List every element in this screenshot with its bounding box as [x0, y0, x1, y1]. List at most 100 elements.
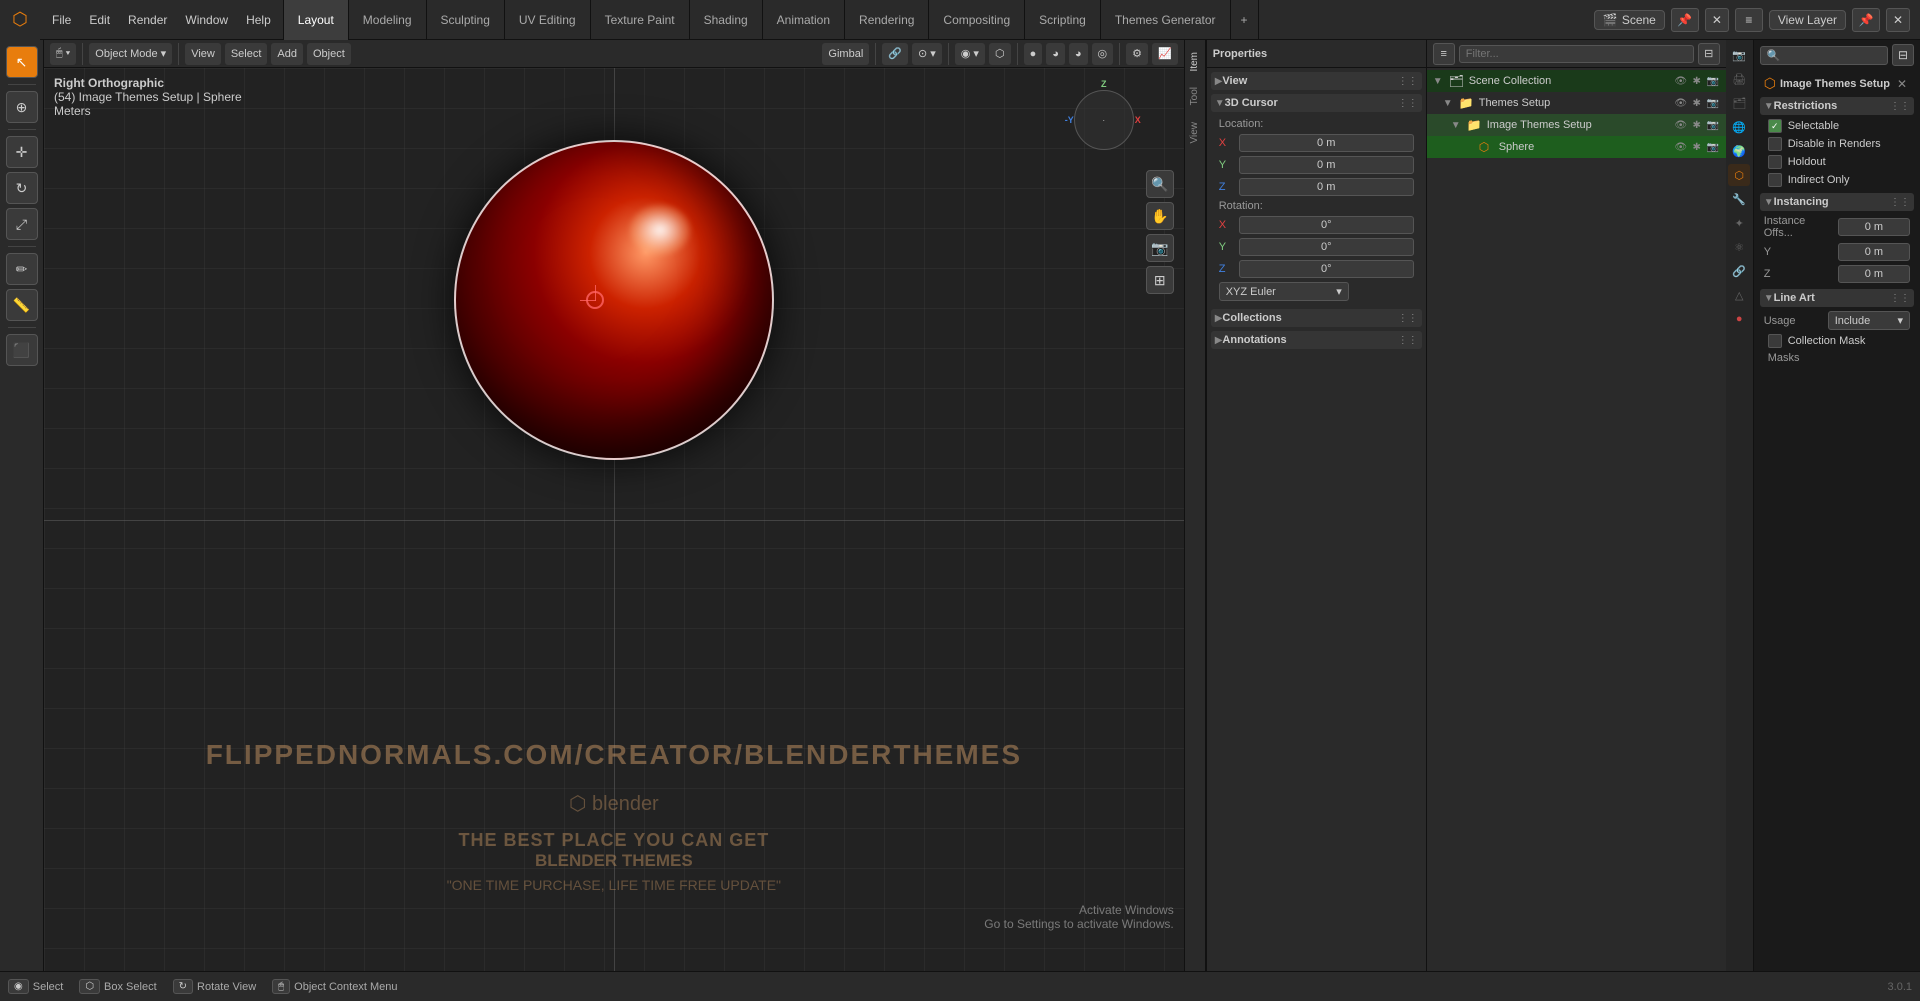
add-primitive-button[interactable]: ⬛: [6, 334, 38, 366]
object-props-icon[interactable]: ⬡: [1728, 164, 1750, 186]
instance-x-field[interactable]: 0 m: [1838, 218, 1910, 236]
move-tool-button[interactable]: ✛: [6, 136, 38, 168]
outliner-search-input[interactable]: [1459, 45, 1694, 63]
viewlayer-close-button[interactable]: ✕: [1886, 8, 1910, 32]
viewlayer-selector[interactable]: View Layer: [1769, 10, 1846, 30]
tab-texture-paint[interactable]: Texture Paint: [591, 0, 690, 40]
obj-unlink-button[interactable]: ✕: [1894, 76, 1910, 92]
data-props-icon[interactable]: △: [1728, 284, 1750, 306]
nav-axis-y[interactable]: Z: [1101, 79, 1107, 89]
outliner-filter-button[interactable]: ⊟: [1698, 43, 1720, 65]
line-art-section-header[interactable]: ▼ Line Art ⋮⋮: [1760, 289, 1914, 307]
view-menu-button[interactable]: View: [185, 43, 221, 65]
instance-z-field[interactable]: 0 m: [1838, 265, 1910, 283]
outliner-select-3[interactable]: ✱: [1690, 142, 1704, 153]
modifier-props-icon[interactable]: 🔧: [1728, 188, 1750, 210]
editor-type-button[interactable]: 🖱 ▾: [50, 43, 76, 65]
measure-tool-button[interactable]: 📏: [6, 289, 38, 321]
restrictions-section-header[interactable]: ▼ Restrictions ⋮⋮: [1760, 97, 1914, 115]
rotate-tool-button[interactable]: ↻: [6, 172, 38, 204]
scene-props-icon[interactable]: 🌐: [1728, 116, 1750, 138]
usage-select[interactable]: Include ▾: [1828, 311, 1910, 330]
cursor-x-field[interactable]: 0 m: [1239, 134, 1414, 152]
camera-button[interactable]: 📷: [1146, 234, 1174, 262]
obj-props-search[interactable]: 🔍: [1760, 46, 1888, 65]
object-mode-button[interactable]: Object Mode ▾: [89, 43, 172, 65]
menu-edit[interactable]: Edit: [81, 9, 118, 31]
add-menu-button[interactable]: Add: [271, 43, 303, 65]
collections-section-header[interactable]: ▶ Collections ⋮⋮: [1211, 309, 1422, 327]
render-props-icon[interactable]: 📷: [1728, 44, 1750, 66]
object-menu-button[interactable]: Object: [307, 43, 351, 65]
cursor-tool-button[interactable]: ⊕: [6, 91, 38, 123]
render-mode-mat-button[interactable]: ◕: [1046, 43, 1065, 65]
cursor-ry-field[interactable]: 0°: [1239, 238, 1414, 256]
outliner-sphere[interactable]: ⬡ Sphere 👁 ✱ 📷: [1427, 136, 1726, 158]
viewport[interactable]: 🖱 ▾ Object Mode ▾ View Select Add Object…: [44, 40, 1184, 971]
cursor-rx-field[interactable]: 0°: [1239, 216, 1414, 234]
side-tab-view[interactable]: View: [1186, 114, 1203, 152]
outliner-select-1[interactable]: ✱: [1690, 98, 1704, 109]
outliner-select-2[interactable]: ✱: [1690, 120, 1704, 131]
instancing-section-header[interactable]: ▼ Instancing ⋮⋮: [1760, 193, 1914, 211]
zoom-to-fit-button[interactable]: 🔍: [1146, 170, 1174, 198]
tab-layout[interactable]: Layout: [284, 0, 349, 40]
render-mode-solid-button[interactable]: ●: [1024, 43, 1043, 65]
outliner-visibility-3[interactable]: 👁: [1674, 142, 1688, 153]
tab-modeling[interactable]: Modeling: [349, 0, 427, 40]
viewport-graph-button[interactable]: 📈: [1152, 43, 1178, 65]
blender-logo[interactable]: ⬡: [0, 0, 40, 40]
viewlayer-pin-button[interactable]: 📌: [1852, 8, 1880, 32]
menu-help[interactable]: Help: [238, 9, 279, 31]
physics-props-icon[interactable]: ⚛: [1728, 236, 1750, 258]
scene-selector[interactable]: 🎬 Scene: [1594, 10, 1665, 30]
xyz-euler-select[interactable]: XYZ Euler ▾: [1219, 282, 1349, 301]
scene-close-button[interactable]: ✕: [1705, 8, 1729, 32]
instance-y-field[interactable]: 0 m: [1838, 243, 1910, 261]
nav-axis-z[interactable]: -Y: [1065, 115, 1074, 125]
outliner-render-0[interactable]: 📷: [1706, 76, 1720, 87]
particles-props-icon[interactable]: ✦: [1728, 212, 1750, 234]
scale-tool-button[interactable]: ⤢: [6, 208, 38, 240]
tab-themes-generator[interactable]: Themes Generator: [1101, 0, 1231, 40]
outliner-image-themes-setup[interactable]: ▼ 📁 Image Themes Setup 👁 ✱ 📷: [1427, 114, 1726, 136]
material-props-icon[interactable]: ●: [1728, 308, 1750, 330]
side-tab-tool[interactable]: Tool: [1186, 79, 1203, 113]
menu-render[interactable]: Render: [120, 9, 175, 31]
tab-uv-editing[interactable]: UV Editing: [505, 0, 591, 40]
disable-renders-checkbox[interactable]: [1768, 137, 1782, 151]
outliner-themes-setup[interactable]: ▼ 📁 Themes Setup 👁 ✱ 📷: [1427, 92, 1726, 114]
pan-button[interactable]: ✋: [1146, 202, 1174, 230]
tab-shading[interactable]: Shading: [690, 0, 763, 40]
gimbal-button[interactable]: Gimbal: [822, 43, 869, 65]
xray-button[interactable]: ⬡: [989, 43, 1011, 65]
cursor-z-field[interactable]: 0 m: [1239, 178, 1414, 196]
collection-mask-checkbox[interactable]: [1768, 334, 1782, 348]
menu-window[interactable]: Window: [177, 9, 236, 31]
nav-gizmo[interactable]: · X Z -Y: [1064, 80, 1144, 160]
world-props-icon[interactable]: 🌍: [1728, 140, 1750, 162]
outliner-select-0[interactable]: ✱: [1690, 76, 1704, 87]
annotations-section-header[interactable]: ▶ Annotations ⋮⋮: [1211, 331, 1422, 349]
side-tab-item[interactable]: Item: [1186, 44, 1203, 79]
cursor-section-header[interactable]: ▼ 3D Cursor ⋮⋮: [1211, 94, 1422, 112]
render-mode-render-button[interactable]: ◕: [1069, 43, 1088, 65]
outliner-visibility-2[interactable]: 👁: [1674, 120, 1688, 131]
outliner-render-2[interactable]: 📷: [1706, 120, 1720, 131]
tab-compositing[interactable]: Compositing: [929, 0, 1025, 40]
view-section-header[interactable]: ▶ View ⋮⋮: [1211, 72, 1422, 90]
outliner-visibility-1[interactable]: 👁: [1674, 98, 1688, 109]
tab-rendering[interactable]: Rendering: [845, 0, 929, 40]
select-menu-button[interactable]: Select: [225, 43, 268, 65]
scene-pin-button[interactable]: 📌: [1671, 8, 1699, 32]
tab-scripting[interactable]: Scripting: [1025, 0, 1101, 40]
obj-props-filter-button[interactable]: ⊟: [1892, 44, 1914, 66]
tab-animation[interactable]: Animation: [763, 0, 845, 40]
tab-sculpting[interactable]: Sculpting: [427, 0, 505, 40]
view-layer-props-icon[interactable]: 🗂: [1728, 92, 1750, 114]
annotate-tool-button[interactable]: ✏: [6, 253, 38, 285]
selectable-checkbox[interactable]: [1768, 119, 1782, 133]
grid-toggle-button[interactable]: ⊞: [1146, 266, 1174, 294]
viewport-settings-button[interactable]: ⚙: [1126, 43, 1148, 65]
render-mode-eevee-button[interactable]: ◎: [1092, 43, 1114, 65]
